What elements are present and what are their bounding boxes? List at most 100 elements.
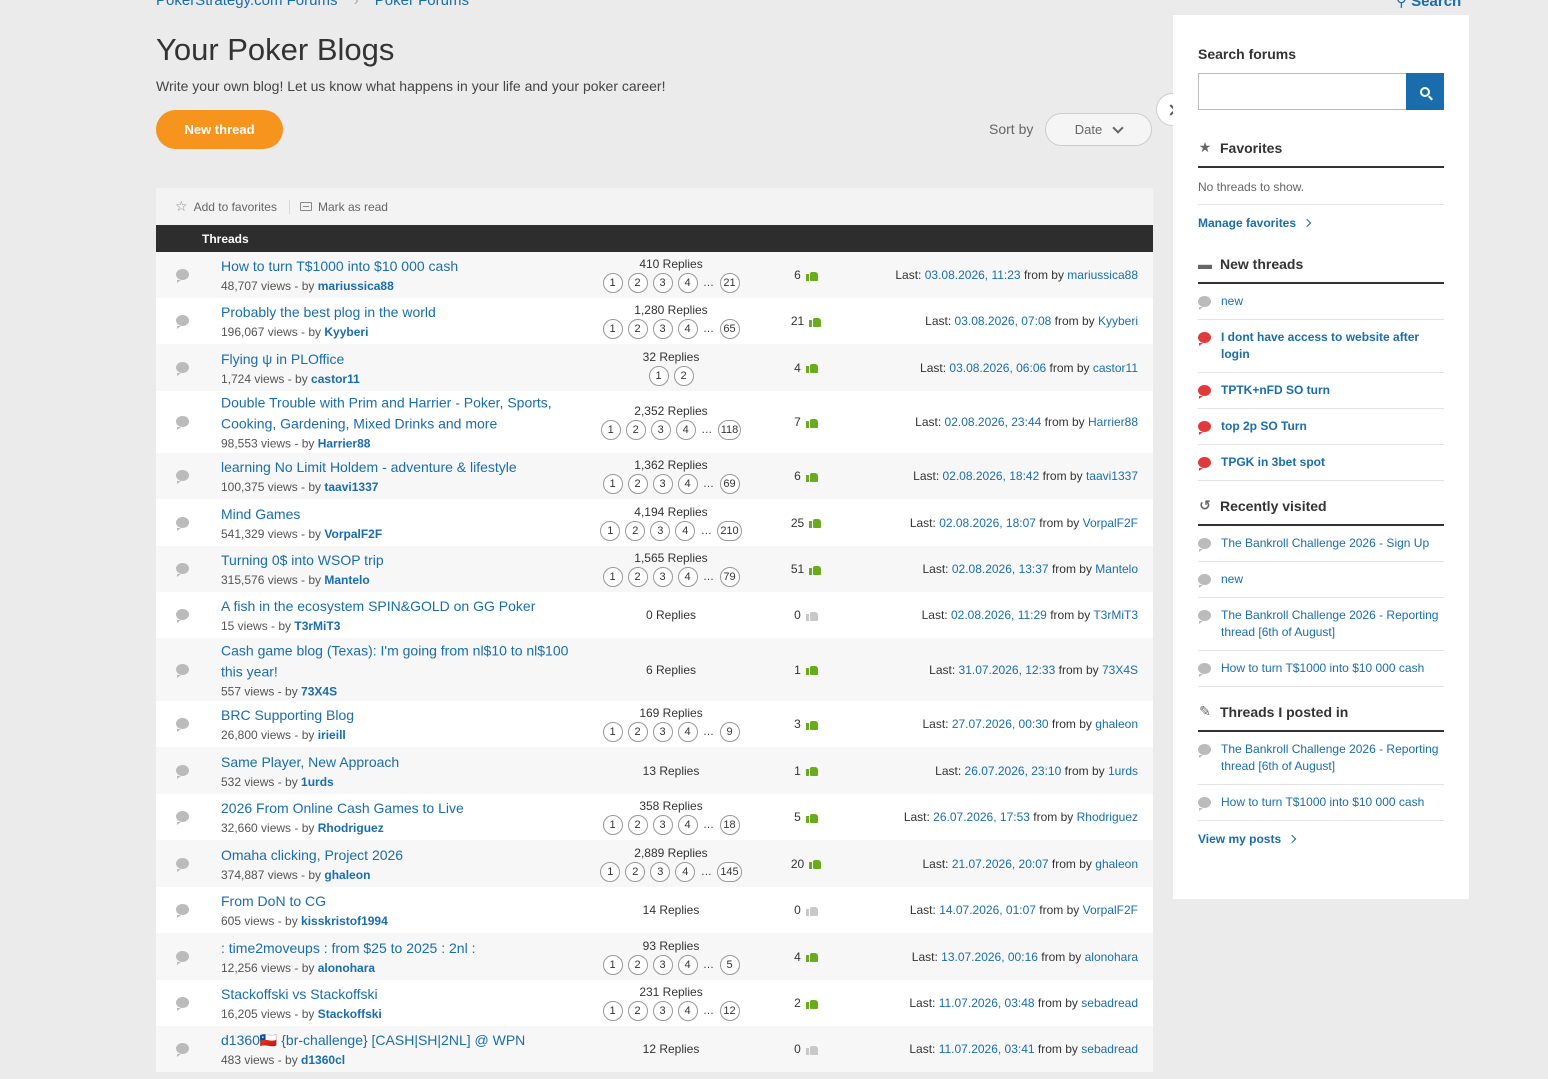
thread-link[interactable]: I dont have access to website after logi… xyxy=(1221,329,1444,363)
thumbs-up-icon[interactable] xyxy=(805,270,818,281)
thumbs-up-icon[interactable] xyxy=(805,719,818,730)
page-link[interactable]: 2 xyxy=(673,365,694,386)
thread-title-link[interactable]: Flying ψ in PLOffice xyxy=(221,349,576,370)
thread-link[interactable]: top 2p SO Turn xyxy=(1221,418,1307,435)
thread-author-link[interactable]: Mantelo xyxy=(324,573,369,587)
page-link[interactable]: 4 xyxy=(675,520,696,541)
thumbs-up-icon[interactable] xyxy=(805,471,818,482)
last-post-date-link[interactable]: 13.07.2026, 00:16 xyxy=(941,950,1038,964)
thread-link[interactable]: new xyxy=(1221,571,1243,588)
page-link[interactable]: 3 xyxy=(652,319,673,339)
thread-title-link[interactable]: How to turn T$1000 into $10 000 cash xyxy=(221,256,576,277)
thumbs-up-icon[interactable] xyxy=(805,610,818,621)
thread-title-link[interactable]: BRC Supporting Blog xyxy=(221,705,576,726)
page-link[interactable]: 1 xyxy=(602,954,623,975)
list-item[interactable]: How to turn T$1000 into $10 000 cash xyxy=(1198,651,1444,687)
thread-title-link[interactable]: Probably the best plog in the world xyxy=(221,302,576,323)
page-link[interactable]: 2 xyxy=(627,815,648,835)
last-post-date-link[interactable]: 26.07.2026, 23:10 xyxy=(965,764,1062,778)
thread-link[interactable]: How to turn T$1000 into $10 000 cash xyxy=(1221,660,1424,677)
thread-author-link[interactable]: taavi1337 xyxy=(324,480,378,494)
mark-as-read-button[interactable]: Mark as read xyxy=(288,199,400,214)
page-link[interactable]: 118 xyxy=(717,420,742,440)
last-post-date-link[interactable]: 02.08.2026, 11:29 xyxy=(951,608,1047,622)
page-link[interactable]: 4 xyxy=(677,954,698,975)
thread-author-link[interactable]: Kyyberi xyxy=(324,325,368,339)
page-link[interactable]: 69 xyxy=(719,474,740,494)
thread-author-link[interactable]: 1urds xyxy=(301,775,334,789)
last-post-user-link[interactable]: taavi1337 xyxy=(1086,469,1138,483)
thumbs-up-icon[interactable] xyxy=(805,905,818,916)
last-post-user-link[interactable]: Rhodriguez xyxy=(1077,810,1138,824)
breadcrumb-home[interactable]: PokerStrategy.com Forums xyxy=(156,0,337,9)
page-link[interactable]: 21 xyxy=(719,273,740,293)
thread-title-link[interactable]: From DoN to CG xyxy=(221,891,576,912)
list-item[interactable]: new xyxy=(1198,562,1444,598)
page-link[interactable]: 2 xyxy=(627,319,648,339)
last-post-user-link[interactable]: 73X4S xyxy=(1102,663,1138,677)
new-thread-button[interactable]: New thread xyxy=(156,110,283,149)
page-link[interactable]: 2 xyxy=(627,474,648,494)
thread-link[interactable]: The Bankroll Challenge 2026 - Reporting … xyxy=(1221,607,1444,641)
page-link[interactable]: 3 xyxy=(652,474,673,494)
thread-link[interactable]: TPTK+nFD SO turn xyxy=(1221,382,1330,399)
page-link[interactable]: 3 xyxy=(652,815,673,835)
page-link[interactable]: 2 xyxy=(627,954,648,975)
thread-author-link[interactable]: d1360cl xyxy=(301,1053,345,1067)
search-forums-input[interactable] xyxy=(1198,73,1406,110)
page-link[interactable]: 1 xyxy=(602,319,623,339)
last-post-user-link[interactable]: Mantelo xyxy=(1095,562,1138,576)
list-item[interactable]: new xyxy=(1198,284,1444,320)
list-item[interactable]: TPTK+nFD SO turn xyxy=(1198,373,1444,409)
list-item[interactable]: top 2p SO Turn xyxy=(1198,409,1444,445)
manage-favorites-link[interactable]: Manage favorites xyxy=(1198,216,1444,230)
page-link[interactable]: 1 xyxy=(648,365,669,386)
thread-title-link[interactable]: Stackoffski vs Stackoffski xyxy=(221,984,576,1005)
thread-link[interactable]: How to turn T$1000 into $10 000 cash xyxy=(1221,794,1424,811)
top-search-link[interactable]: ⚲ Search xyxy=(1396,0,1461,10)
last-post-user-link[interactable]: VorpalF2F xyxy=(1083,516,1138,530)
last-post-user-link[interactable]: mariussica88 xyxy=(1067,268,1138,282)
last-post-date-link[interactable]: 27.07.2026, 00:30 xyxy=(952,717,1049,731)
thread-author-link[interactable]: Stackoffski xyxy=(318,1007,382,1021)
thread-title-link[interactable]: d1360🇨🇱 {br-challenge} [CASH|SH|2NL] @ W… xyxy=(221,1030,576,1051)
last-post-date-link[interactable]: 21.07.2026, 20:07 xyxy=(952,857,1049,871)
thread-author-link[interactable]: T3rMiT3 xyxy=(294,619,340,633)
last-post-date-link[interactable]: 31.07.2026, 12:33 xyxy=(959,663,1056,677)
thread-author-link[interactable]: castor11 xyxy=(311,372,360,386)
last-post-user-link[interactable]: Harrier88 xyxy=(1088,415,1138,429)
page-link[interactable]: 210 xyxy=(717,520,742,541)
last-post-date-link[interactable]: 02.08.2026, 18:07 xyxy=(939,516,1036,530)
page-link[interactable]: 1 xyxy=(600,861,621,882)
last-post-date-link[interactable]: 11.07.2026, 03:48 xyxy=(939,996,1035,1010)
page-link[interactable]: 1 xyxy=(602,1001,623,1021)
page-link[interactable]: 65 xyxy=(719,319,740,339)
last-post-user-link[interactable]: ghaleon xyxy=(1095,857,1138,871)
page-link[interactable]: 9 xyxy=(719,722,740,742)
page-link[interactable]: 1 xyxy=(602,567,623,587)
thumbs-up-icon[interactable] xyxy=(805,765,818,776)
page-link[interactable]: 2 xyxy=(627,1001,648,1021)
thread-author-link[interactable]: irieill xyxy=(318,728,346,742)
thread-link[interactable]: The Bankroll Challenge 2026 - Sign Up xyxy=(1221,535,1429,552)
page-link[interactable]: 3 xyxy=(652,954,673,975)
thread-author-link[interactable]: Harrier88 xyxy=(318,437,371,451)
list-item[interactable]: How to turn T$1000 into $10 000 cash xyxy=(1198,785,1444,821)
last-post-user-link[interactable]: ghaleon xyxy=(1095,717,1138,731)
last-post-user-link[interactable]: sebadread xyxy=(1081,1042,1138,1056)
list-item[interactable]: The Bankroll Challenge 2026 - Reporting … xyxy=(1198,732,1444,785)
page-link[interactable]: 4 xyxy=(677,474,698,494)
page-link[interactable]: 2 xyxy=(625,861,646,882)
page-link[interactable]: 4 xyxy=(677,319,698,339)
breadcrumb-poker-forums[interactable]: Poker Forums xyxy=(375,0,469,9)
thread-title-link[interactable]: Double Trouble with Prim and Harrier - P… xyxy=(221,393,576,435)
thread-link[interactable]: new xyxy=(1221,293,1243,310)
page-link[interactable]: 145 xyxy=(717,861,742,882)
page-link[interactable]: 4 xyxy=(677,815,698,835)
thumbs-up-icon[interactable] xyxy=(809,564,822,575)
thumbs-up-icon[interactable] xyxy=(809,316,822,327)
last-post-date-link[interactable]: 03.08.2026, 06:06 xyxy=(949,361,1046,375)
page-link[interactable]: 1 xyxy=(602,273,623,293)
thread-author-link[interactable]: ghaleon xyxy=(324,868,370,882)
page-link[interactable]: 4 xyxy=(677,273,698,293)
